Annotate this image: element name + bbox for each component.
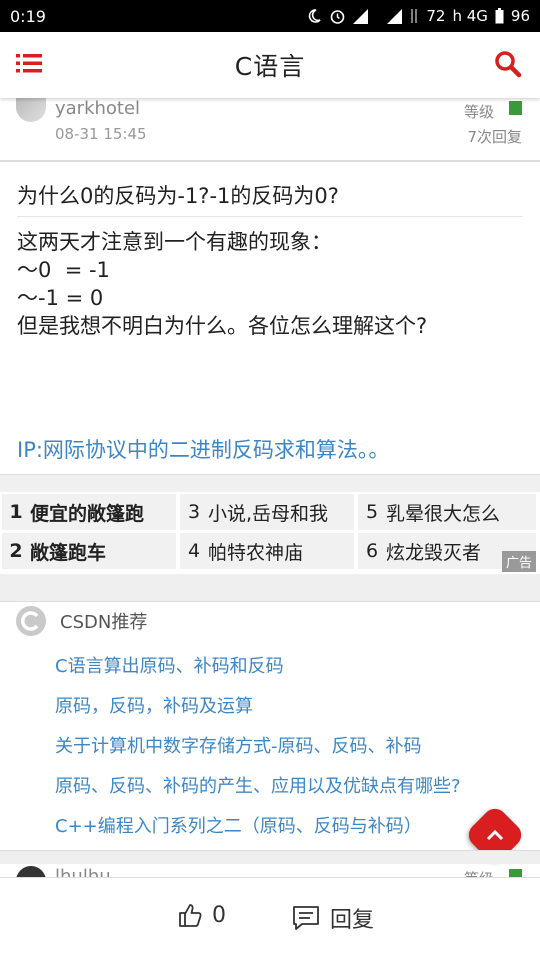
ip-link[interactable]: IP:网际协议中的二进制反码求和算法。。 (17, 434, 389, 464)
chevron-up-icon (486, 829, 504, 841)
ad-num: 4 (187, 540, 201, 562)
section-spacer-2 (0, 850, 540, 864)
recommend-item[interactable]: 关于计算机中数字存储方式-原码、反码、补码 (55, 734, 461, 774)
reply-button[interactable]: 回复 (292, 902, 374, 934)
next-post-header: lhulhu 等级 (0, 864, 540, 878)
search-button[interactable] (494, 50, 524, 80)
post-body-line: ～0 = -1 (17, 258, 110, 282)
network-type: h 4G (452, 7, 488, 25)
post-body-line: ～-1 = 0 (17, 286, 104, 310)
status-icons: 72 h 4G 96 (306, 7, 530, 25)
ad-tag: 广告 (501, 551, 536, 572)
ad-text: 乳晕很大怎么 (386, 502, 501, 525)
ad-text: 敞篷跑车 (30, 541, 107, 564)
status-time: 0:19 (10, 6, 46, 26)
reply-label: 回复 (330, 908, 375, 933)
ad-item-2[interactable]: 2 敞篷跑车 (2, 533, 176, 569)
post-body: 这两天才注意到一个有趣的现象： ～0 = -1 ～-1 = 0 但是我想不明白为… (17, 228, 427, 340)
like-count: 0 (212, 902, 226, 928)
list-menu-icon (16, 54, 42, 73)
ad-item-5[interactable]: 5 乳晕很大怎么 (358, 494, 536, 530)
avatar[interactable] (16, 98, 46, 122)
battery-icon (495, 8, 504, 24)
battery-level-2: 96 (510, 7, 530, 25)
data-transfer-icon (409, 8, 419, 24)
recommend-title: CSDN推荐 (60, 612, 148, 633)
title-divider (17, 216, 523, 217)
page-title: C语言 (234, 52, 306, 81)
ad-band (0, 474, 540, 492)
post-title: 为什么0的反码为-1?-1的反码为0? (17, 184, 339, 208)
ad-text: 小说,岳母和我 (208, 502, 329, 525)
ad-num: 1 (9, 501, 23, 523)
signal-icon (353, 8, 369, 24)
level-label: 等级 (463, 103, 494, 121)
ad-item-3[interactable]: 3 小说,岳母和我 (180, 494, 354, 530)
app-bar: C语言 (0, 32, 540, 98)
ad-num: 6 (365, 540, 379, 562)
username[interactable]: yarkhotel (55, 98, 140, 119)
recommend-item[interactable]: 原码，反码，补码及运算 (55, 694, 461, 734)
ad-item-1[interactable]: 1 便宜的敞篷跑 (2, 494, 176, 530)
ad-text: 炫龙毁灭者 (386, 541, 482, 564)
ad-num: 5 (365, 501, 379, 523)
ad-item-4[interactable]: 4 帕特农神庙 (180, 533, 354, 569)
ad-num: 3 (187, 501, 201, 523)
post-header: yarkhotel 08-31 15:45 等级 7次回复 (0, 98, 540, 160)
search-icon (495, 51, 522, 78)
comment-icon (293, 906, 319, 930)
bottom-bar: 0 回复 (0, 877, 540, 960)
recommend-header: CSDN推荐 (0, 602, 540, 642)
ad-grid: 1 便宜的敞篷跑 2 敞篷跑车 3 小说,岳母和我 4 帕特农神庙 5 乳晕很大… (0, 492, 540, 572)
section-spacer (0, 574, 540, 602)
moon-icon (306, 8, 322, 24)
signal-icon-2 (387, 8, 403, 24)
post-timestamp: 08-31 15:45 (55, 125, 147, 143)
recommend-item[interactable]: C语言算出原码、补码和反码 (55, 654, 461, 694)
ad-text: 便宜的敞篷跑 (30, 502, 145, 525)
battery-level: 72 (426, 7, 446, 25)
thumbs-up-icon (179, 904, 202, 927)
status-bar: 0:19 72 h 4G 96 (0, 0, 540, 32)
recommend-item[interactable]: C++编程入门系列之二（原码、反码与补码） (55, 814, 461, 854)
menu-button[interactable] (16, 51, 46, 81)
ad-num: 2 (9, 540, 23, 562)
divider (0, 160, 540, 162)
reply-count: 7次回复 (467, 128, 522, 146)
csdn-logo-icon (16, 606, 46, 636)
recommend-item[interactable]: 原码、反码、补码的产生、应用以及优缺点有哪些? (55, 774, 461, 814)
like-button[interactable]: 0 (178, 902, 226, 928)
post-body-line: 这两天才注意到一个有趣的现象： (17, 230, 332, 254)
recommend-list: C语言算出原码、补码和反码 原码，反码，补码及运算 关于计算机中数字存储方式-原… (55, 654, 461, 854)
alarm-icon (329, 8, 346, 25)
level-badge-icon (509, 101, 522, 115)
post-body-line: 但是我想不明白为什么。各位怎么理解这个? (17, 314, 428, 338)
ad-text: 帕特农神庙 (208, 541, 304, 564)
